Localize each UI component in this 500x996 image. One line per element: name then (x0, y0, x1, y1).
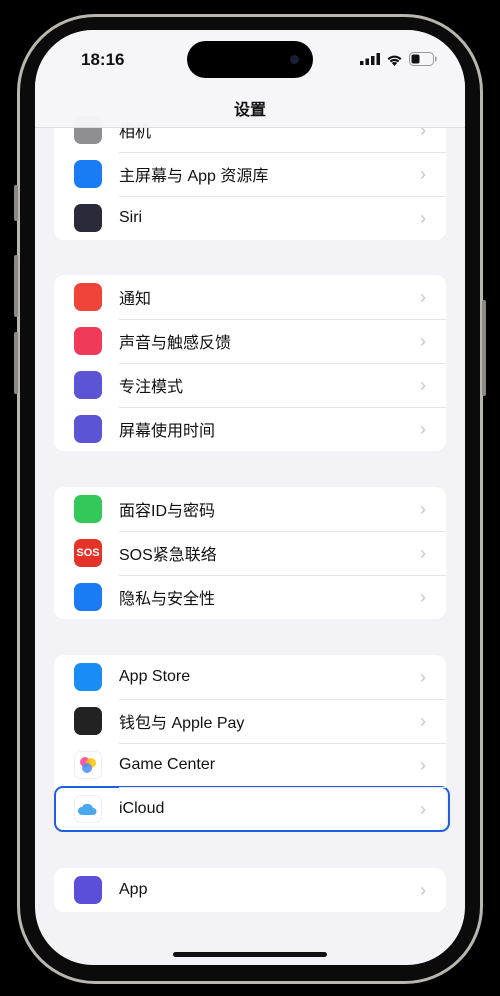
settings-group: 通知 › 声音与触感反馈 › 专注模式 › 屏幕使用时间 › (54, 275, 446, 451)
settings-row-label: 专注模式 (119, 379, 184, 396)
volume-up-button (14, 255, 18, 317)
settings-row-label: Siri (119, 209, 143, 226)
chevron-right-icon: › (420, 164, 426, 184)
home-screen-icon (74, 160, 102, 188)
chevron-right-icon: › (420, 667, 426, 687)
settings-row-label: 面容ID与密码 (119, 503, 216, 520)
settings-row-wallet[interactable]: 钱包与 Apple Pay › (54, 699, 446, 743)
camera-icon (290, 55, 299, 64)
volume-down-button (14, 332, 18, 394)
settings-row-home-screen[interactable]: 主屏幕与 App 资源库 › (54, 152, 446, 196)
battery-icon (409, 52, 437, 66)
settings-group: 面容ID与密码 › SOS SOS紧急联络 › 隐私与安全性 › (54, 487, 446, 619)
settings-row-icloud[interactable]: iCloud › (54, 787, 446, 831)
settings-screen: 18:16 设置 相机 › 主屏幕与 App 资源库 › Siri › 通知 ›… (35, 30, 465, 965)
action-button (14, 185, 18, 221)
settings-row-face-id[interactable]: 面容ID与密码 › (54, 487, 446, 531)
moon-icon (74, 371, 102, 399)
settings-row-label: 通知 (119, 291, 152, 308)
settings-row-label: iCloud (119, 800, 165, 817)
settings-row-label: 屏幕使用时间 (119, 423, 216, 440)
face-id-icon (74, 495, 102, 523)
hourglass-icon (74, 415, 102, 443)
wifi-icon (387, 55, 402, 66)
settings-row-label: App Store (119, 668, 191, 685)
wallet-icon (74, 707, 102, 735)
sos-icon: SOS (74, 539, 102, 567)
settings-row-label: Game Center (119, 756, 216, 773)
chevron-right-icon: › (420, 543, 426, 563)
settings-row-game-center[interactable]: Game Center › (54, 743, 446, 787)
chevron-right-icon: › (420, 880, 426, 900)
icloud-icon (74, 795, 102, 823)
chevron-right-icon: › (420, 419, 426, 439)
chevron-right-icon: › (420, 755, 426, 775)
settings-row-apps[interactable]: App › (54, 868, 446, 912)
app-store-icon (74, 663, 102, 691)
settings-row-speaker[interactable]: 声音与触感反馈 › (54, 319, 446, 363)
chevron-right-icon: › (420, 331, 426, 351)
page-title: 设置 (233, 102, 266, 119)
settings-row-siri[interactable]: Siri › (54, 196, 446, 240)
chevron-right-icon: › (420, 499, 426, 519)
chevron-right-icon: › (420, 799, 426, 819)
nav-header: 18:16 设置 (35, 30, 465, 128)
chevron-right-icon: › (420, 208, 426, 228)
settings-row-label: 主屏幕与 App 资源库 (119, 168, 269, 185)
apps-icon (74, 876, 102, 904)
chevron-right-icon: › (420, 587, 426, 607)
settings-row-label: 声音与触感反馈 (119, 335, 232, 352)
home-indicator[interactable] (173, 952, 327, 957)
settings-row-label: 钱包与 Apple Pay (119, 715, 245, 732)
settings-row-bell[interactable]: 通知 › (54, 275, 446, 319)
speaker-icon (74, 327, 102, 355)
chevron-right-icon: › (420, 375, 426, 395)
settings-row-label: App (119, 881, 148, 898)
status-icons (360, 52, 437, 66)
settings-row-moon[interactable]: 专注模式 › (54, 363, 446, 407)
chevron-right-icon: › (420, 287, 426, 307)
siri-icon (74, 204, 102, 232)
game-center-icon (74, 751, 102, 779)
settings-row-hourglass[interactable]: 屏幕使用时间 › (54, 407, 446, 451)
chevron-right-icon: › (420, 711, 426, 731)
settings-row-sos[interactable]: SOS SOS紧急联络 › (54, 531, 446, 575)
hand-icon (74, 583, 102, 611)
side-button (482, 300, 486, 396)
signal-icon (360, 53, 380, 65)
settings-group: App Store › 钱包与 Apple Pay › Game Center … (54, 655, 446, 831)
settings-row-hand[interactable]: 隐私与安全性 › (54, 575, 446, 619)
settings-row-label: SOS紧急联络 (119, 547, 217, 564)
dynamic-island (187, 41, 313, 78)
status-time: 18:16 (81, 50, 125, 69)
bell-icon (74, 283, 102, 311)
settings-row-label: 隐私与安全性 (119, 591, 216, 608)
settings-group: App › (54, 868, 446, 912)
settings-row-app-store[interactable]: App Store › (54, 655, 446, 699)
